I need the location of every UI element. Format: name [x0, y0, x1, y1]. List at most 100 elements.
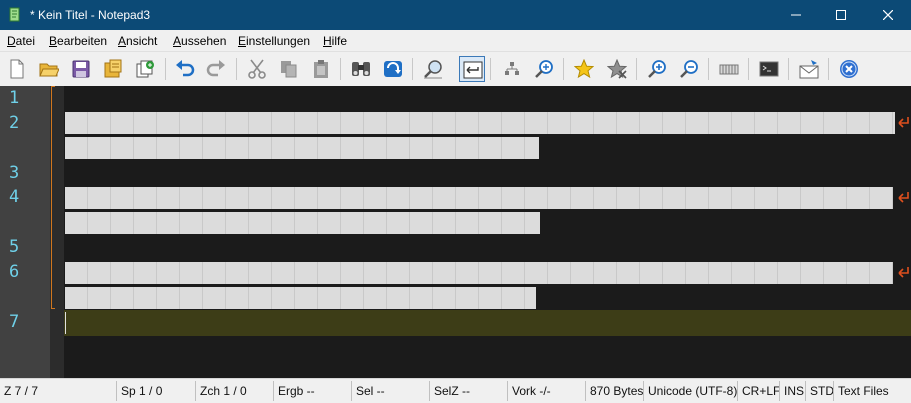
notepad3-app-icon[interactable] [8, 7, 21, 22]
cut-button[interactable] [244, 56, 270, 82]
goto-button[interactable] [420, 56, 446, 82]
status-separator [643, 381, 644, 401]
selected-text-line-2-wrap[interactable] [65, 137, 539, 159]
selected-text-line-4-wrap[interactable] [65, 212, 540, 234]
toolbar-separator [708, 58, 709, 80]
status-column[interactable]: Sp 1 / 0 [121, 384, 162, 398]
selected-text-line-2[interactable] [65, 112, 895, 134]
line-number: 1 [9, 88, 20, 108]
zoom-fit-icon [535, 60, 553, 78]
editor-area[interactable] [64, 86, 911, 378]
status-lexer[interactable]: Text Files [838, 384, 889, 398]
open-folder-icon [39, 63, 59, 77]
clear-bookmarks-icon [607, 59, 627, 79]
status-selected-lines[interactable]: SelZ -- [434, 384, 470, 398]
close-button[interactable] [865, 0, 911, 30]
new-file-button[interactable] [4, 56, 30, 82]
toolbar-separator [636, 58, 637, 80]
line-number: 7 [9, 312, 20, 332]
wrap-indicator-icon [898, 117, 909, 128]
status-encoding[interactable]: Unicode (UTF-8) [648, 384, 737, 398]
status-separator [507, 381, 508, 401]
selected-text-line-6-wrap[interactable] [65, 287, 536, 309]
toolbar-separator [236, 58, 237, 80]
toolbar-separator [563, 58, 564, 80]
fold-button[interactable] [499, 56, 525, 82]
minimize-icon [791, 14, 801, 16]
copy-icon [281, 61, 297, 78]
save-button[interactable] [68, 56, 94, 82]
column-select-icon [719, 64, 739, 75]
save-icon [72, 60, 90, 78]
status-line-endings[interactable]: CR+LF [742, 384, 780, 398]
status-separator [351, 381, 352, 401]
window-title: * Kein Titel - Notepad3 [30, 8, 151, 22]
menu-ansicht[interactable]: Ansicht [118, 34, 157, 48]
copy-to-new-icon [136, 60, 154, 78]
maximize-icon [836, 10, 846, 20]
open-console-button[interactable] [756, 56, 782, 82]
line-number: 3 [9, 163, 20, 183]
close-icon [883, 10, 893, 20]
status-occurrences[interactable]: Vork -/- [512, 384, 551, 398]
status-insert-mode[interactable]: INS [784, 384, 804, 398]
line-number: 6 [9, 262, 20, 282]
toolbar-separator [165, 58, 166, 80]
maximize-button[interactable] [818, 0, 864, 30]
zoom-fit-button[interactable] [531, 56, 557, 82]
save-as-button[interactable] [100, 56, 126, 82]
status-separator [737, 381, 738, 401]
menu-aussehen[interactable]: Aussehen [173, 34, 226, 48]
find-icon [352, 62, 370, 76]
replace-icon [384, 61, 402, 77]
cut-icon [248, 59, 266, 79]
copy-button[interactable] [276, 56, 302, 82]
status-match[interactable]: Ergb -- [278, 384, 315, 398]
send-mail-button[interactable] [796, 56, 822, 82]
status-character[interactable]: Zch 1 / 0 [200, 384, 247, 398]
selected-text-line-6[interactable] [65, 262, 893, 284]
menu-hilfe[interactable]: Hilfe [323, 34, 347, 48]
status-separator [585, 381, 586, 401]
open-console-icon [759, 61, 779, 77]
clear-bookmarks-button[interactable] [604, 56, 630, 82]
word-wrap-button[interactable] [459, 56, 485, 82]
bookmark-button[interactable] [571, 56, 597, 82]
status-line[interactable]: Z 7 / 7 [4, 384, 38, 398]
paste-icon [314, 60, 328, 78]
status-std[interactable]: STD [810, 384, 834, 398]
menu-einstellungen[interactable]: Einstellungen [238, 34, 310, 48]
status-separator [195, 381, 196, 401]
current-line-highlight[interactable] [64, 310, 911, 336]
toolbar [0, 52, 911, 87]
toolbar-separator [828, 58, 829, 80]
paste-button[interactable] [308, 56, 334, 82]
status-separator [779, 381, 780, 401]
line-number: 2 [9, 113, 20, 133]
save-as-icon [104, 59, 122, 78]
status-file-size[interactable]: 870 Bytes [590, 384, 643, 398]
zoom-in-button[interactable] [644, 56, 670, 82]
minimize-button[interactable] [773, 0, 819, 30]
redo-button[interactable] [203, 56, 229, 82]
fold-range-marker [51, 86, 55, 309]
zoom-out-button[interactable] [676, 56, 702, 82]
replace-button[interactable] [380, 56, 406, 82]
wrap-indicator-icon [898, 192, 909, 203]
open-button[interactable] [36, 56, 62, 82]
status-separator [805, 381, 806, 401]
column-select-button[interactable] [716, 56, 742, 82]
line-number: 4 [9, 187, 20, 207]
undo-button[interactable] [172, 56, 198, 82]
status-selection[interactable]: Sel -- [356, 384, 385, 398]
find-button[interactable] [348, 56, 374, 82]
menu-bearbeiten[interactable]: Bearbeiten [49, 34, 107, 48]
zoom-in-icon [648, 60, 666, 78]
status-separator [833, 381, 834, 401]
exit-button[interactable] [836, 56, 862, 82]
fold-icon [505, 62, 519, 75]
menu-datei[interactable]: Datei [7, 34, 35, 48]
selected-text-line-4[interactable] [65, 187, 893, 209]
copy-to-new-button[interactable] [132, 56, 158, 82]
text-caret [65, 312, 66, 334]
